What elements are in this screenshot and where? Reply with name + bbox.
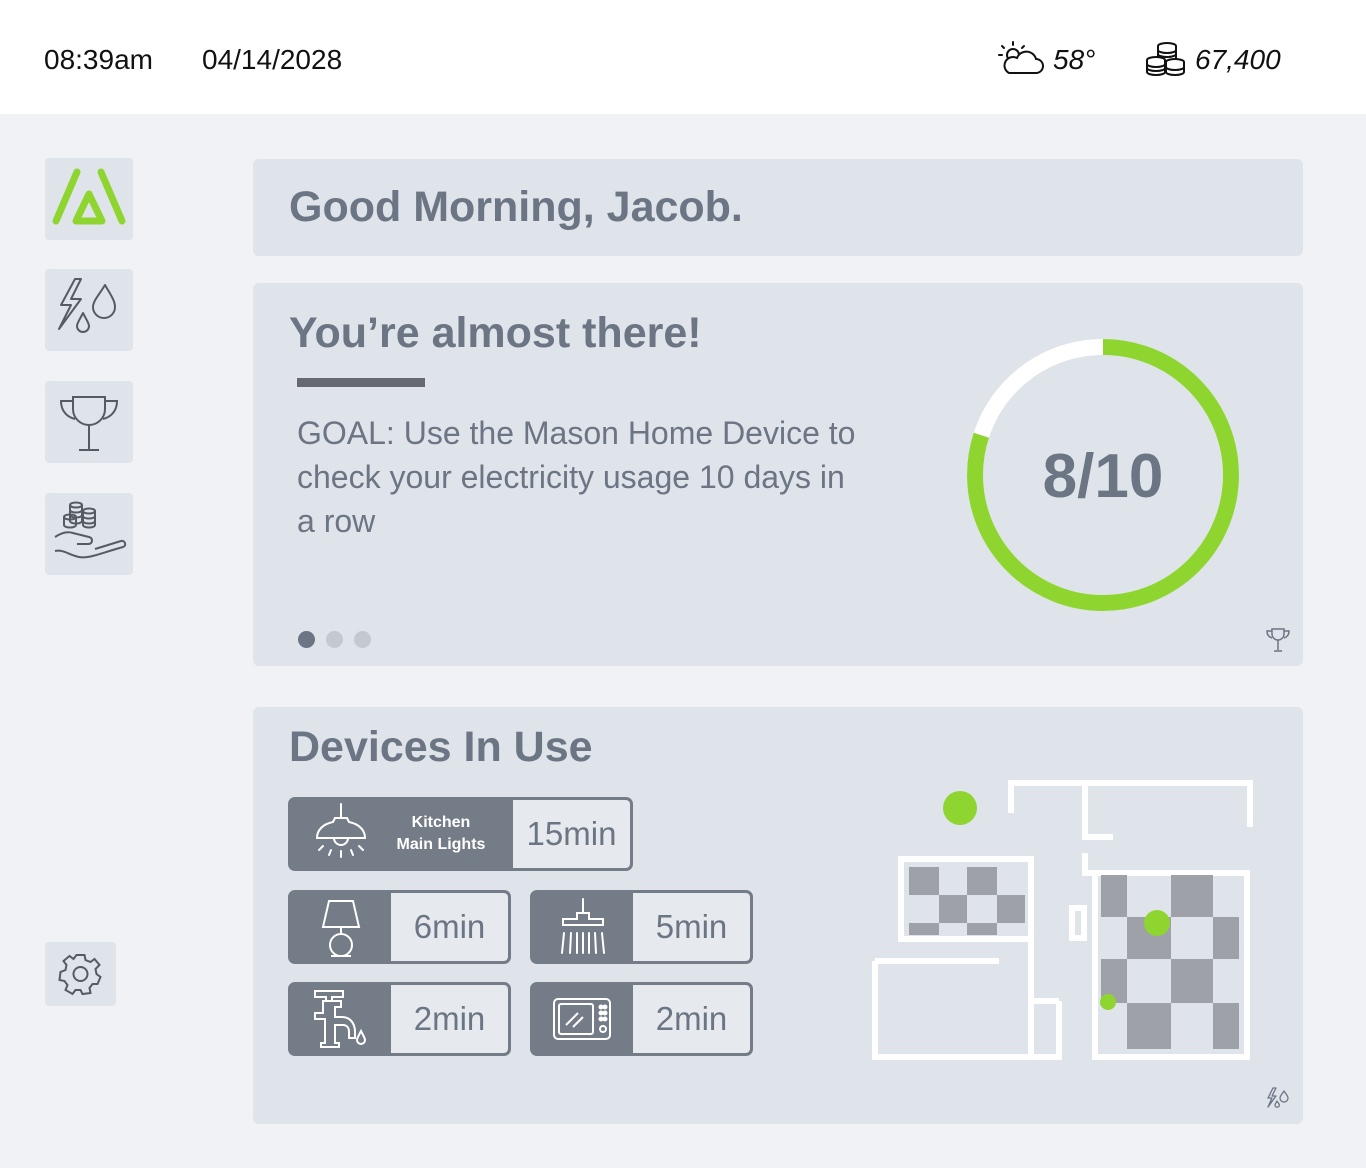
energy-water-icon	[58, 278, 116, 333]
pendant-light-icon	[315, 803, 367, 858]
gear-icon	[58, 954, 102, 996]
pager-dot-2[interactable]	[326, 631, 343, 648]
device-usage-time: 5min	[633, 893, 750, 961]
floor-plan-map[interactable]	[863, 775, 1253, 1065]
devices-title: Devices In Use	[289, 723, 593, 771]
active-device-marker[interactable]	[1144, 910, 1170, 936]
current-date: 04/14/2028	[202, 44, 343, 75]
device-usage-time: 6min	[391, 893, 508, 961]
goal-title: You’re almost there!	[289, 309, 702, 357]
device-usage-time: 15min	[513, 800, 630, 868]
partly-cloudy-icon	[998, 41, 1044, 74]
trophy-icon	[1266, 628, 1290, 652]
sidebar-item-home[interactable]	[45, 158, 133, 240]
active-device-marker[interactable]	[943, 791, 977, 825]
shower-icon	[561, 898, 605, 954]
device-microwave[interactable]: 2min	[530, 982, 753, 1056]
goal-description: GOAL: Use the Mason Home Device to check…	[297, 415, 856, 539]
device-faucet[interactable]: 2min	[288, 982, 511, 1056]
table-lamp-icon	[321, 900, 361, 957]
coin-stack-icon	[1146, 42, 1185, 76]
active-device-marker[interactable]	[1100, 994, 1116, 1010]
status-bar: 08:39am 04/14/2028 58° 67,400	[0, 0, 1366, 114]
sidebar-item-trophy[interactable]	[45, 381, 133, 463]
settings-button[interactable]	[45, 942, 116, 1006]
progress-label: 8/10	[1043, 442, 1164, 511]
sidebar-item-rewards[interactable]	[45, 493, 133, 575]
sidebar-item-energy-water[interactable]	[45, 269, 133, 351]
temperature: 58°	[1053, 44, 1096, 75]
pager-dot-3[interactable]	[354, 631, 371, 648]
trophy-icon	[59, 396, 119, 451]
faucet-icon	[314, 990, 367, 1048]
coin-balance: 67,400	[1195, 44, 1281, 75]
title-underline	[297, 378, 425, 387]
device-kitchen-main-lights[interactable]: Kitchen Main Lights 15min	[288, 797, 633, 871]
clock-time: 08:39am	[44, 44, 153, 75]
goal-progress-ring: 8/10	[967, 339, 1239, 611]
devices-card: Devices In Use Kitchen Main Lights 15min	[253, 707, 1303, 1124]
device-usage-time: 2min	[391, 985, 508, 1053]
device-table-lamp[interactable]: 6min	[288, 890, 511, 964]
greeting-card: Good Morning, Jacob.	[253, 159, 1303, 256]
pager-dot-1[interactable]	[298, 631, 315, 648]
device-usage-time: 2min	[633, 985, 750, 1053]
energy-water-icon	[1267, 1087, 1289, 1108]
device-label: Kitchen Main Lights	[396, 814, 486, 853]
greeting-text: Good Morning, Jacob.	[289, 183, 743, 231]
goal-card[interactable]: You’re almost there! GOAL: Use the Mason…	[253, 283, 1303, 666]
microwave-icon	[553, 998, 611, 1040]
device-shower[interactable]: 5min	[530, 890, 753, 964]
home-logo-icon	[52, 168, 126, 225]
rewards-hand-icon	[54, 501, 127, 559]
